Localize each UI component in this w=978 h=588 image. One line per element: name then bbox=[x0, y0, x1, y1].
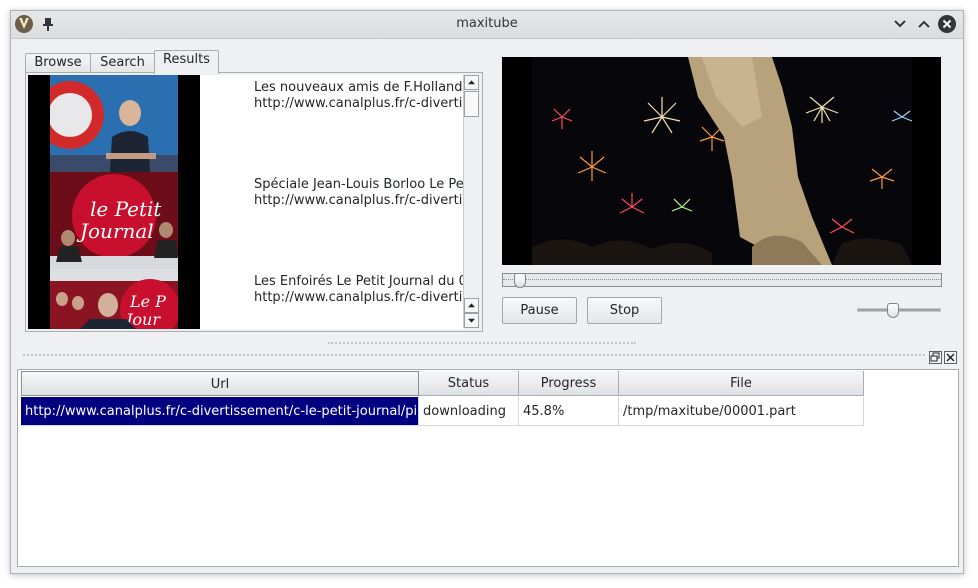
result-text: Spéciale Jean-Louis Borloo Le Petit J ht… bbox=[254, 177, 464, 209]
minimize-icon[interactable] bbox=[891, 15, 909, 33]
volume-handle[interactable] bbox=[887, 303, 899, 318]
dock-float-icon[interactable] bbox=[929, 351, 942, 364]
column-header-file[interactable]: File bbox=[619, 371, 864, 396]
cell-file[interactable]: /tmp/maxitube/00001.part bbox=[619, 397, 864, 426]
splitter-handle[interactable] bbox=[328, 342, 636, 344]
title-bar[interactable]: maxitube bbox=[11, 11, 963, 39]
scroll-down-icon[interactable] bbox=[464, 313, 479, 328]
result-title: Les Enfoirés Le Petit Journal du 04/0 bbox=[254, 274, 464, 289]
volume-slider[interactable] bbox=[857, 303, 941, 318]
seek-handle[interactable] bbox=[514, 273, 526, 288]
scroll-up-icon[interactable] bbox=[464, 298, 479, 313]
video-thumbnail: Le P Jour bbox=[50, 269, 178, 329]
tab-browse[interactable]: Browse bbox=[25, 53, 91, 73]
result-url: http://www.canalplus.fr/c-divertisse bbox=[254, 96, 464, 111]
results-list[interactable]: Les nouveaux amis de F.Hollande Le http:… bbox=[28, 75, 464, 329]
result-item[interactable]: Les nouveaux amis de F.Hollande Le http:… bbox=[28, 75, 464, 172]
results-panel: Les nouveaux amis de F.Hollande Le http:… bbox=[25, 72, 483, 332]
pause-button[interactable]: Pause bbox=[502, 297, 577, 324]
result-text: Les Enfoirés Le Petit Journal du 04/0 ht… bbox=[254, 274, 464, 306]
maximize-icon[interactable] bbox=[915, 15, 933, 33]
result-title: Les nouveaux amis de F.Hollande Le bbox=[254, 80, 464, 95]
scrollbar-handle[interactable] bbox=[464, 91, 479, 117]
tab-search[interactable]: Search bbox=[90, 53, 155, 73]
result-url: http://www.canalplus.fr/c-divertisse bbox=[254, 290, 464, 305]
svg-text:Le P: Le P bbox=[129, 292, 166, 311]
dock-title-grip[interactable] bbox=[23, 354, 925, 356]
column-header-url[interactable]: Url bbox=[21, 371, 419, 396]
tab-results[interactable]: Results bbox=[154, 50, 219, 74]
video-thumbnail: le Petit Journal bbox=[50, 172, 178, 269]
column-header-status[interactable]: Status bbox=[419, 371, 519, 396]
scroll-up-icon[interactable] bbox=[464, 75, 479, 90]
result-item[interactable]: Le P Jour Les Enfoirés Le Petit Journal … bbox=[28, 269, 464, 329]
stop-button[interactable]: Stop bbox=[587, 297, 662, 324]
main-window: maxitube Browse Search Results Les nouve… bbox=[10, 10, 964, 574]
cell-status[interactable]: downloading bbox=[419, 397, 519, 426]
window-title: maxitube bbox=[456, 16, 518, 31]
result-url: http://www.canalplus.fr/c-divertisse bbox=[254, 193, 464, 208]
svg-text:Journal: Journal bbox=[76, 219, 154, 243]
result-text: Les nouveaux amis de F.Hollande Le http:… bbox=[254, 80, 464, 112]
downloads-table[interactable]: Url Status Progress File http://www.cana… bbox=[17, 369, 959, 567]
dock-close-icon[interactable] bbox=[944, 351, 957, 364]
results-scrollbar[interactable] bbox=[463, 75, 480, 328]
result-item[interactable]: le Petit Journal Spéciale Jean-Louis Bor… bbox=[28, 172, 464, 269]
close-icon[interactable] bbox=[938, 15, 956, 33]
video-thumbnail bbox=[50, 75, 178, 172]
cell-progress[interactable]: 45.8% bbox=[519, 397, 619, 426]
cell-url[interactable]: http://www.canalplus.fr/c-divertissement… bbox=[21, 397, 419, 426]
video-player[interactable] bbox=[502, 57, 941, 265]
seek-slider[interactable] bbox=[502, 273, 942, 288]
column-header-progress[interactable]: Progress bbox=[519, 371, 619, 396]
svg-text:le Petit: le Petit bbox=[90, 197, 162, 221]
result-title: Spéciale Jean-Louis Borloo Le Petit J bbox=[254, 177, 464, 192]
